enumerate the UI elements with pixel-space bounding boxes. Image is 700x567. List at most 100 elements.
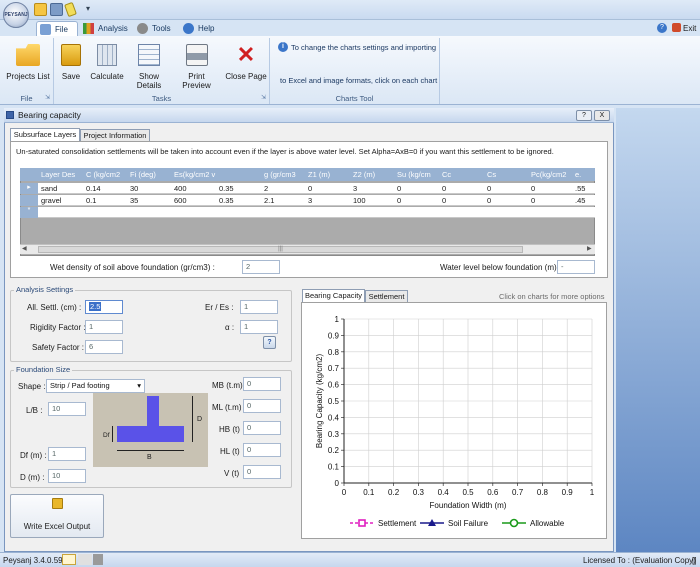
cell[interactable]: gravel [41,196,61,205]
cell[interactable]: sand [41,184,57,193]
cell[interactable]: 0.35 [219,196,234,205]
col-header[interactable]: g (gr/cm3 [264,170,296,179]
cell[interactable]: 0.35 [219,184,234,193]
col-header[interactable]: Z2 (m) [353,170,375,179]
table-row-new[interactable] [38,207,595,218]
tab-analysis-label: Analysis [98,24,128,33]
scroll-right-icon[interactable]: ▶ [587,245,592,252]
cell[interactable]: 2.1 [264,196,274,205]
window-help-button[interactable]: ? [576,110,592,121]
cell[interactable]: .45 [575,196,585,205]
wet-density-input[interactable]: 2 [242,260,280,274]
group-tasks-launcher-icon[interactable]: ⇲ [261,94,266,101]
er-es-input[interactable]: 1 [240,300,278,314]
cell[interactable]: 0 [397,196,401,205]
tab-help[interactable]: Help [180,21,220,36]
ml-input[interactable]: 0 [243,399,281,413]
background-strip [616,108,700,552]
tab-file[interactable]: File [36,21,78,36]
tab-subsurface-layers[interactable]: Subsurface Layers [10,128,80,141]
cell[interactable]: 100 [353,196,366,205]
row-marker-new[interactable]: * [20,207,38,218]
cell[interactable]: 30 [130,184,138,193]
tab-bearing-capacity[interactable]: Bearing Capacity [302,289,365,302]
scroll-left-icon[interactable]: ◀ [22,245,27,252]
table-row[interactable] [38,183,595,194]
details-icon [138,44,160,66]
write-excel-button[interactable]: Write Excel Output [10,494,104,538]
tab-tools[interactable]: Tools [134,21,174,36]
cell[interactable]: 0 [487,196,491,205]
cell[interactable]: 0 [531,184,535,193]
quick-save-icon[interactable] [34,3,47,16]
window-close-button[interactable]: X [594,110,610,121]
exit-button[interactable]: Exit [672,23,696,33]
projects-list-button[interactable]: Projects List [4,44,52,81]
cell[interactable]: 0 [308,184,312,193]
scroll-thumb[interactable]: ||| [38,246,523,253]
col-header[interactable]: Es(kg/cm2 v [174,170,215,179]
hl-input[interactable]: 0 [243,443,281,457]
col-header[interactable]: Layer Des [41,170,75,179]
lb-input[interactable]: 10 [48,402,86,416]
all-settl-input[interactable]: 2.5 [85,300,123,314]
df-input[interactable]: 1 [48,447,86,461]
water-level-input[interactable]: - [557,260,595,274]
row-marker[interactable] [20,195,38,206]
bearing-capacity-chart[interactable]: 0 0.1 0.2 0.3 0.4 0.5 0.6 0.7 0.8 0.9 1 0 0.1 0.2 0.3 0… [301,302,607,539]
calculate-button[interactable]: Calculate [88,44,126,81]
cell[interactable]: 3 [353,184,357,193]
top-help-icon[interactable]: ? [657,23,667,33]
d-input[interactable]: 10 [48,469,86,483]
cell[interactable]: 3 [308,196,312,205]
cell[interactable]: .55 [575,184,585,193]
show-details-button[interactable]: Show Details [126,44,172,90]
cell[interactable]: 400 [174,184,187,193]
table-row[interactable] [38,195,595,206]
col-header[interactable]: Pc(kg/cm2 [531,170,566,179]
col-header[interactable]: Z1 (m) [308,170,330,179]
cell[interactable]: 0.14 [86,184,101,193]
save-button[interactable]: Save [58,44,84,81]
cell[interactable]: 0 [487,184,491,193]
safety-input[interactable]: 6 [85,340,123,354]
tab-settlement[interactable]: Settlement [365,290,408,302]
shape-select[interactable]: Strip / Pad footing ▾ [46,379,145,393]
cell[interactable]: 0.1 [86,196,96,205]
rigidity-input[interactable]: 1 [85,320,123,334]
chart-svg[interactable]: 0 0.1 0.2 0.3 0.4 0.5 0.6 0.7 0.8 0.9 1 0 0.1 0.2 0.3 0… [302,303,608,540]
col-header[interactable]: C (kg/cm2 [86,170,120,179]
mb-input[interactable]: 0 [243,377,281,391]
window-icon [6,111,14,119]
cell[interactable]: 0 [397,184,401,193]
cell[interactable]: 0 [531,196,535,205]
cell[interactable]: 35 [130,196,138,205]
v-input[interactable]: 0 [243,465,281,479]
alpha-help-icon[interactable]: ? [263,336,276,349]
close-page-button[interactable]: ✕ Close Page [224,44,268,82]
hb-input[interactable]: 0 [243,421,281,435]
tab-project-information[interactable]: Project Information [80,129,150,141]
print-preview-button[interactable]: Print Preview [173,44,220,90]
cell[interactable]: 0 [442,196,446,205]
quick-print-icon[interactable] [50,3,63,16]
tab-analysis[interactable]: Analysis [80,21,130,36]
dim-df-label: Df [103,432,110,439]
col-header[interactable]: Cs [487,170,496,179]
col-header[interactable]: Fi (deg) [130,170,156,179]
app-logo[interactable]: PEYSANJ [3,2,29,28]
col-header[interactable]: Cc [442,170,451,179]
quick-access-dropdown-icon[interactable]: ▾ [86,4,90,13]
all-settl-label: All. Settl. (cm) : [27,303,82,312]
cell[interactable]: 2 [264,184,268,193]
col-header[interactable]: Su (kg/cm [397,170,431,179]
col-header[interactable]: e. [575,170,581,179]
alpha-input[interactable]: 1 [240,320,278,334]
cell[interactable]: 600 [174,196,187,205]
row-marker-current[interactable]: ▸ [20,183,38,194]
ml-label: ML (t.m) [212,403,242,412]
folder-icon [16,44,40,66]
cell[interactable]: 0 [442,184,446,193]
group-file-launcher-icon[interactable]: ⇲ [45,94,50,101]
charts-info-line2: to Excel and image formats, click on eac… [280,76,438,85]
